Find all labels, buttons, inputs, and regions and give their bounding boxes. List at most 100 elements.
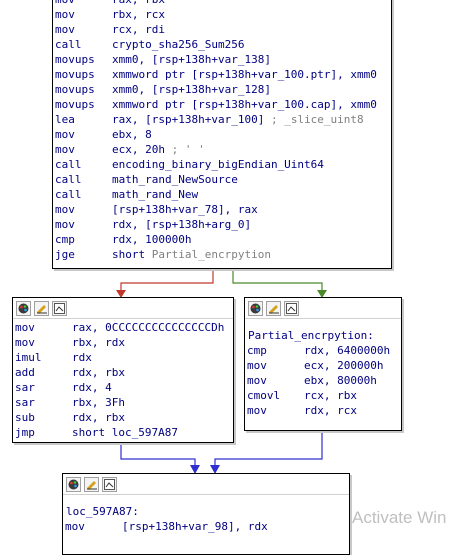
operands: rdx, 100000h bbox=[112, 233, 192, 246]
asm-line[interactable]: movups xmmword ptr [rsp+138h+var_100.cap]… bbox=[55, 97, 391, 112]
mnemonic: mov bbox=[65, 520, 85, 533]
mnemonic: cmovl bbox=[247, 389, 281, 402]
mnemonic: mov bbox=[55, 23, 75, 36]
operands: rdx bbox=[72, 351, 92, 364]
edge-left-to-loc bbox=[120, 441, 196, 473]
asm-line[interactable]: cmp rdx, 100000h bbox=[55, 232, 391, 247]
graph-view-icon[interactable] bbox=[102, 476, 117, 492]
code-block-left-body: mov rax, 0CCCCCCCCCCCCCCCDh mov rbx, rdx imu… bbox=[13, 319, 233, 442]
palette-icon[interactable] bbox=[16, 300, 31, 316]
code-block-right[interactable]: Partial_encrpytion: cmp rdx, 6400000h mov e… bbox=[244, 297, 402, 431]
mnemonic: mov bbox=[55, 203, 75, 216]
asm-line[interactable]: mov rbx, rcx bbox=[55, 7, 391, 22]
asm-line[interactable]: call crypto_sha256_Sum256 bbox=[55, 37, 391, 52]
operands: ecx, 200000h bbox=[304, 359, 384, 372]
asm-line[interactable]: add rdx, rbx bbox=[15, 365, 233, 380]
asm-line[interactable]: mov rax, 0CCCCCCCCCCCCCCCDh bbox=[15, 320, 233, 335]
operands: rdx, rcx bbox=[304, 404, 357, 417]
graph-view-icon[interactable] bbox=[52, 300, 67, 316]
asm-line[interactable]: mov rdx, [rsp+138h+arg_0] bbox=[55, 217, 391, 232]
label-partial-encrpytion[interactable]: Partial_encrpytion: bbox=[247, 328, 401, 343]
mnemonic: call bbox=[55, 173, 82, 186]
operands: xmmword ptr [rsp+138h+var_100.cap], xmm0 bbox=[112, 98, 377, 111]
edge-false-branch bbox=[120, 268, 214, 297]
asm-line[interactable]: mov [rsp+138h+var_78], rax bbox=[55, 202, 391, 217]
operands: rbx, rcx bbox=[112, 8, 165, 21]
operands: rbx, rdx bbox=[72, 336, 125, 349]
asm-line[interactable]: sub rdx, rbx bbox=[15, 410, 233, 425]
mnemonic: mov bbox=[247, 359, 267, 372]
node-header bbox=[63, 474, 349, 495]
mnemonic: call bbox=[55, 38, 82, 51]
operands: short loc_597A87 bbox=[72, 426, 178, 439]
mnemonic: jge bbox=[55, 248, 75, 261]
mnemonic: sar bbox=[15, 396, 35, 409]
code-block-top[interactable]: movrax, rbxmovrbx, rcxmovrcx, rdicallcry… bbox=[52, 0, 392, 269]
activate-windows-watermark: Activate Win bbox=[352, 508, 447, 527]
graph-view-icon[interactable] bbox=[284, 300, 299, 316]
asm-line[interactable]: jge short Partial_encrpytion bbox=[55, 247, 391, 262]
asm-line[interactable]: call encoding_binary_bigEndian_Uint64 bbox=[55, 157, 391, 172]
asm-line[interactable]: mov ecx, 200000h bbox=[247, 358, 401, 373]
mnemonic: mov bbox=[55, 128, 75, 141]
asm-line[interactable]: mov ebx, 8 bbox=[55, 127, 391, 142]
mnemonic: sub bbox=[15, 411, 35, 424]
label-loc-597a87[interactable]: loc_597A87: bbox=[65, 504, 349, 519]
operands: [rsp+138h+var_78], rax bbox=[112, 203, 258, 216]
operands: rdx, 6400000h bbox=[304, 344, 391, 357]
mnemonic: mov bbox=[55, 8, 75, 21]
mnemonic: mov bbox=[247, 374, 267, 387]
operands: short bbox=[112, 248, 152, 261]
asm-line[interactable]: movups xmm0, [rsp+138h+var_138] bbox=[55, 52, 391, 67]
mnemonic: movups bbox=[55, 83, 95, 96]
asm-line[interactable]: mov rdx, rcx bbox=[247, 403, 401, 418]
mnemonic: sar bbox=[15, 381, 35, 394]
palette-icon[interactable] bbox=[248, 300, 263, 316]
asm-line[interactable]: mov [rsp+138h+var_98], rdx bbox=[65, 519, 349, 534]
code-block-left[interactable]: mov rax, 0CCCCCCCCCCCCCCCDh mov rbx, rdx imu… bbox=[12, 297, 234, 443]
operands: xmm0, [rsp+138h+var_138] bbox=[112, 53, 271, 66]
mnemonic: movups bbox=[55, 68, 95, 81]
asm-line[interactable]: cmp rdx, 6400000h bbox=[247, 343, 401, 358]
mnemonic: lea bbox=[55, 113, 75, 126]
mnemonic: mov bbox=[55, 143, 75, 156]
operands: rax, rbx bbox=[112, 0, 165, 7]
asm-line[interactable]: imul rdx bbox=[15, 350, 233, 365]
palette-icon[interactable] bbox=[66, 476, 81, 492]
mnemonic: call bbox=[55, 158, 82, 171]
asm-line[interactable]: sar rdx, 4 bbox=[15, 380, 233, 395]
asm-line[interactable]: sar rbx, 3Fh bbox=[15, 395, 233, 410]
operands: rcx, rbx bbox=[304, 389, 357, 402]
code-block-right-body: Partial_encrpytion: cmp rdx, 6400000h mov e… bbox=[245, 319, 401, 420]
operands: rdx, 4 bbox=[72, 381, 112, 394]
node-header bbox=[13, 298, 233, 319]
asm-line[interactable]: movups xmmword ptr [rsp+138h+var_100.ptr]… bbox=[55, 67, 391, 82]
asm-line[interactable]: cmovl rcx, rbx bbox=[247, 388, 401, 403]
asm-line[interactable]: mov rcx, rdi bbox=[55, 22, 391, 37]
asm-line[interactable]: lea rax, [rsp+138h+var_100] ; _slice_uint… bbox=[55, 112, 391, 127]
operands: rdx, [rsp+138h+arg_0] bbox=[112, 218, 252, 231]
asm-line[interactable]: movrax, rbx bbox=[55, 0, 391, 7]
operands: crypto_sha256_Sum256 bbox=[112, 38, 245, 51]
asm-line[interactable]: mov rbx, rdx bbox=[15, 335, 233, 350]
mnemonic: add bbox=[15, 366, 35, 379]
comment: ; _slice_uint8 bbox=[264, 113, 364, 126]
asm-line[interactable]: call math_rand_NewSource bbox=[55, 172, 391, 187]
operands: math_rand_NewSource bbox=[112, 173, 238, 186]
operands: rdx, rbx bbox=[72, 366, 125, 379]
asm-line[interactable]: jmp short loc_597A87 bbox=[15, 425, 233, 440]
operands: [rsp+138h+var_98], rdx bbox=[122, 520, 268, 533]
comment: ; ' ' bbox=[164, 143, 205, 156]
asm-line[interactable]: movups xmm0, [rsp+138h+var_128] bbox=[55, 82, 391, 97]
code-block-top-body: movrax, rbxmovrbx, rcxmovrcx, rdicallcry… bbox=[53, 0, 391, 264]
asm-line[interactable]: mov ecx, 20h ; ' ' bbox=[55, 142, 391, 157]
mnemonic: call bbox=[55, 188, 82, 201]
operands: rcx, rdi bbox=[112, 23, 165, 36]
mnemonic: cmp bbox=[247, 344, 267, 357]
rename-icon[interactable] bbox=[266, 300, 281, 316]
asm-line[interactable]: call math_rand_New bbox=[55, 187, 391, 202]
code-block-bottom[interactable]: loc_597A87: mov [rsp+138h+var_98], rdx bbox=[62, 473, 350, 555]
rename-icon[interactable] bbox=[84, 476, 99, 492]
rename-icon[interactable] bbox=[34, 300, 49, 316]
asm-line[interactable]: mov ebx, 80000h bbox=[247, 373, 401, 388]
